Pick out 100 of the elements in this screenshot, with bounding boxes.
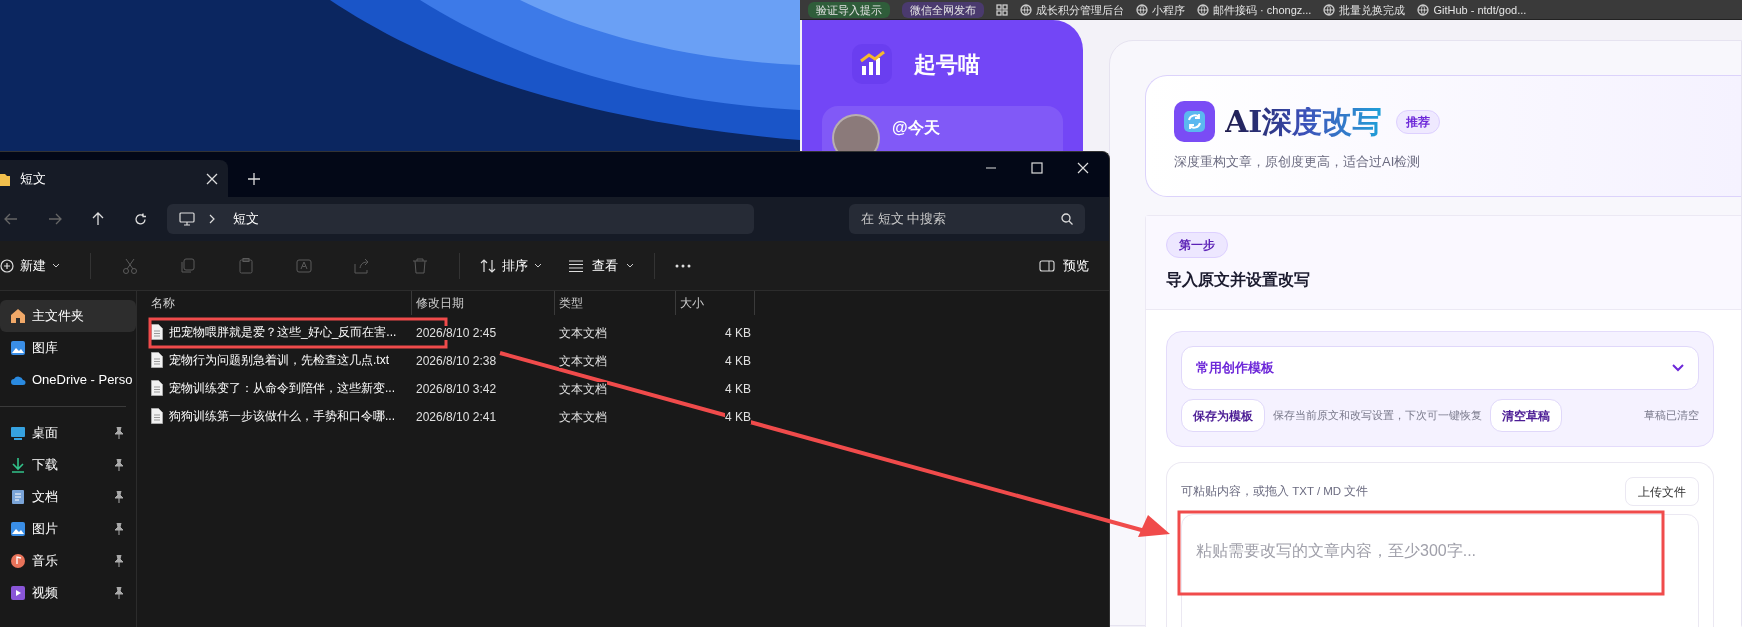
chevron-down-icon — [1672, 364, 1684, 372]
file-date: 2026/8/10 2:45 — [416, 326, 497, 340]
template-select[interactable]: 常用创作模板 — [1181, 346, 1699, 390]
up-arrow-icon[interactable] — [92, 212, 104, 226]
file-date: 2026/8/10 2:41 — [416, 410, 497, 424]
monitor-icon — [10, 425, 26, 441]
text-file-icon — [151, 380, 163, 396]
music-note-icon — [10, 553, 26, 569]
tab-group-chip[interactable]: 验证导入提示 — [808, 1, 890, 18]
close-icon[interactable] — [1077, 162, 1089, 174]
search-icon — [1061, 213, 1073, 225]
share-icon[interactable] — [354, 257, 370, 274]
play-icon — [10, 585, 26, 601]
more-icon[interactable] — [675, 263, 691, 268]
globe-icon — [1136, 3, 1148, 16]
nav-item[interactable]: 图片 — [0, 513, 136, 545]
folder-icon — [0, 171, 10, 186]
apps-grid-icon[interactable] — [996, 3, 1008, 16]
globe-icon — [1323, 3, 1336, 16]
tool-subtitle: 深度重构文章，原创度更高，适合过AI检测 — [1174, 153, 1422, 171]
view-button[interactable]: 查看 — [568, 255, 634, 276]
bookmark-link[interactable]: 小程序 — [1152, 1, 1185, 18]
save-hint: 保存当前原文和改写设置，下次可一键恢复 — [1273, 407, 1482, 423]
column-header[interactable]: 名称 — [137, 291, 412, 315]
file-size: 4 KB — [725, 410, 751, 424]
file-name[interactable]: 把宠物喂胖就是爱？这些_好心_反而在害... — [169, 323, 397, 341]
rename-icon[interactable] — [296, 257, 312, 274]
step-badge: 第一步 — [1166, 232, 1228, 258]
close-icon[interactable] — [206, 172, 218, 185]
file-type: 文本文档 — [559, 326, 607, 340]
scissors-icon[interactable] — [122, 257, 138, 274]
file-name[interactable]: 狗狗训练第一步该做什么，手势和口令哪... — [169, 407, 395, 425]
picture-icon — [10, 521, 26, 537]
upload-button[interactable]: 上传文件 — [1625, 477, 1699, 506]
globe-icon — [1417, 3, 1430, 16]
trash-icon[interactable] — [412, 257, 428, 274]
file-name[interactable]: 宠物训练变了：从命令到陪伴，这些新变... — [169, 379, 395, 397]
search-field[interactable]: 在 短文 中搜索 — [849, 204, 1085, 234]
address-bar[interactable]: 短文 — [167, 204, 754, 234]
nav-item[interactable]: 文档 — [0, 481, 136, 513]
globe-icon — [1197, 3, 1209, 16]
save-template-button[interactable]: 保存为模板 — [1181, 399, 1265, 432]
file-date: 2026/8/10 3:42 — [416, 382, 497, 396]
sort-arrows-icon — [480, 258, 496, 273]
nav-item[interactable]: 音乐 — [0, 545, 136, 577]
bookmark-link[interactable]: 批量兑换完成 — [1339, 1, 1406, 18]
text-file-icon — [151, 408, 163, 424]
plus-circle-icon — [0, 258, 14, 273]
column-header[interactable]: 类型 — [555, 291, 676, 315]
clipboard-icon[interactable] — [238, 257, 254, 274]
file-size: 4 KB — [725, 326, 751, 340]
caret-icon — [52, 263, 60, 268]
maximize-icon[interactable] — [1031, 162, 1043, 174]
caret-icon — [534, 263, 542, 268]
nav-item[interactable]: OneDrive - Perso — [0, 364, 136, 396]
refresh-icon[interactable] — [134, 212, 147, 226]
bookmark-link[interactable]: 邮件接码 · chongz... — [1213, 1, 1312, 18]
column-header[interactable]: 修改日期 — [412, 291, 555, 315]
file-name[interactable]: 宠物行为问题别急着训，先检查这几点.txt — [169, 351, 389, 369]
globe-icon — [1020, 3, 1032, 16]
step-title: 导入原文并设置改写 — [1166, 270, 1310, 290]
file-type: 文本文档 — [559, 410, 607, 424]
new-tab-icon[interactable] — [248, 173, 260, 185]
tab-group-chip[interactable]: 微信全网发布 — [902, 1, 984, 18]
bookmark-link[interactable]: GitHub - ntdt/god... — [1433, 1, 1527, 18]
brand-name: 起号喵 — [914, 50, 980, 79]
tool-title: AI深度改写 — [1225, 106, 1383, 137]
preview-button[interactable]: 预览 — [1039, 255, 1089, 276]
upload-hint: 可粘贴内容，或拖入 TXT / MD 文件 — [1181, 483, 1369, 499]
nav-item[interactable]: 图库 — [0, 332, 136, 364]
username: @今天 — [892, 118, 940, 138]
forward-arrow-icon[interactable] — [48, 213, 62, 225]
house-icon — [10, 308, 26, 324]
picture-icon — [10, 340, 26, 356]
file-type: 文本文档 — [559, 382, 607, 396]
article-textarea[interactable]: 粘贴需要改写的文章内容，至少300字... — [1181, 514, 1699, 627]
document-icon — [10, 489, 26, 505]
clear-draft-button[interactable]: 清空草稿 — [1490, 399, 1562, 432]
monitor-icon — [179, 212, 195, 226]
sort-button[interactable]: 排序 — [480, 255, 542, 276]
recommended-badge: 推荐 — [1396, 109, 1441, 134]
folder-tab[interactable]: 短文 — [0, 160, 228, 197]
download-icon — [10, 457, 26, 473]
nav-item[interactable]: 主文件夹 — [0, 300, 136, 332]
nav-item[interactable]: 下载 — [0, 449, 136, 481]
bookmark-link[interactable]: 成长积分管理后台 — [1036, 1, 1124, 18]
file-size: 4 KB — [725, 354, 751, 368]
file-size: 4 KB — [725, 382, 751, 396]
lines-icon — [568, 259, 584, 272]
back-arrow-icon[interactable] — [4, 213, 18, 225]
breadcrumb-item[interactable]: 短文 — [233, 209, 259, 229]
new-button[interactable]: 新建 — [0, 255, 70, 276]
file-type: 文本文档 — [559, 354, 607, 368]
column-header[interactable]: 大小 — [676, 291, 755, 315]
caret-icon — [626, 263, 634, 268]
text-file-icon — [151, 352, 163, 368]
text-file-icon — [151, 324, 163, 340]
nav-item[interactable]: 桌面 — [0, 417, 136, 449]
nav-item[interactable]: 视频 — [0, 577, 136, 609]
pane-icon — [1039, 259, 1055, 272]
